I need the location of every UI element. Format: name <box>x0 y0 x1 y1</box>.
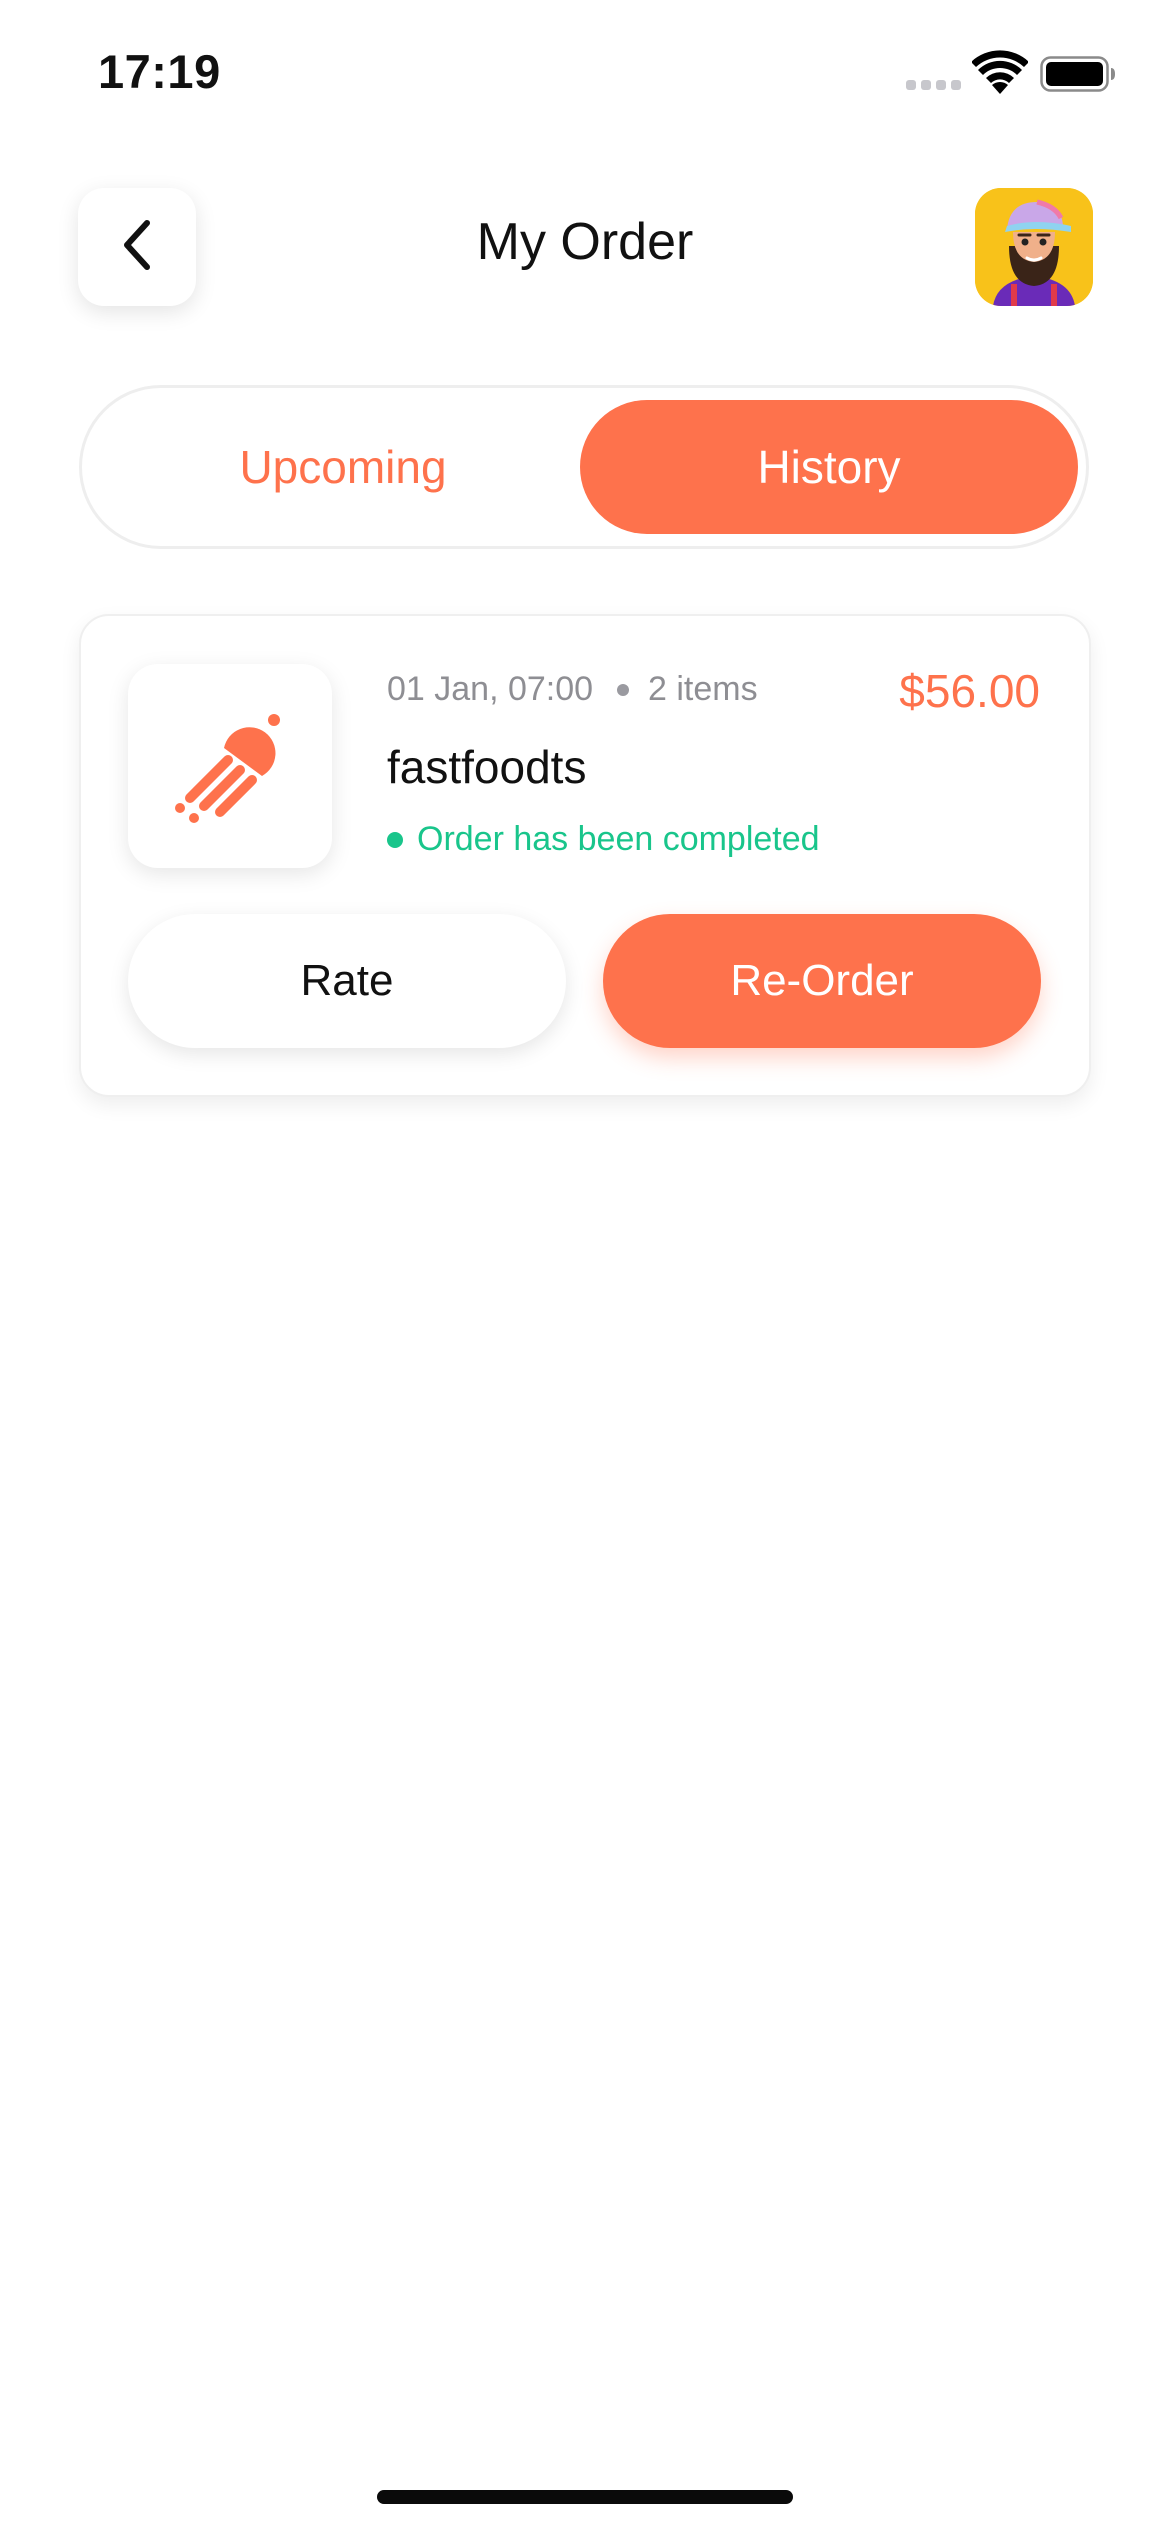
order-price: $56.00 <box>899 665 1040 717</box>
order-tabs: Upcoming History <box>79 385 1089 549</box>
battery-icon <box>1040 56 1116 92</box>
wifi-icon <box>971 50 1029 96</box>
tab-history[interactable]: History <box>580 400 1078 534</box>
status-indicator-dot <box>387 832 403 848</box>
tab-upcoming[interactable]: Upcoming <box>94 400 592 534</box>
reorder-button[interactable]: Re-Order <box>603 914 1041 1048</box>
order-status: Order has been completed <box>417 820 820 858</box>
jellyfish-logo-icon <box>170 704 290 829</box>
restaurant-name: fastfoodts <box>387 741 587 793</box>
user-avatar[interactable] <box>975 188 1093 306</box>
status-time: 17:19 <box>98 45 221 98</box>
order-date: 01 Jan, 07:00 <box>387 670 594 708</box>
rate-button[interactable]: Rate <box>128 914 566 1048</box>
cellular-signal-icon <box>906 80 962 94</box>
home-indicator <box>377 2490 793 2504</box>
order-item-count: 2 items <box>648 670 758 708</box>
restaurant-logo <box>128 664 332 868</box>
separator-dot <box>617 684 629 696</box>
